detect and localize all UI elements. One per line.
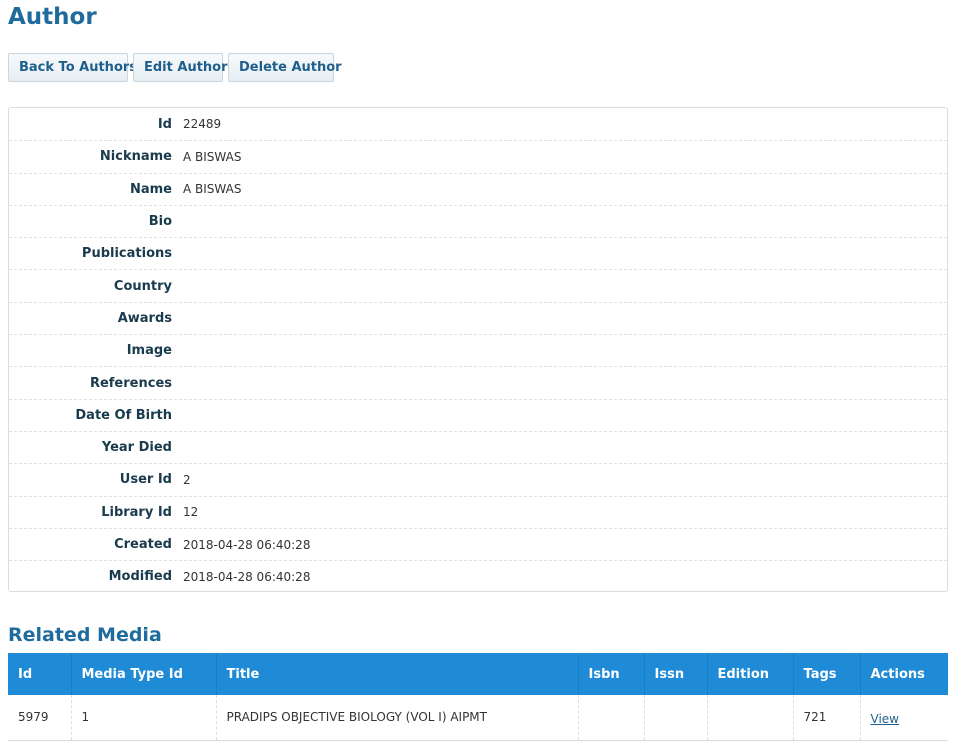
- detail-label: Country: [113, 278, 172, 294]
- delete-author-button[interactable]: Delete Author: [228, 53, 342, 82]
- detail-row-year-died: Year Died: [9, 430, 947, 463]
- detail-value: 2: [183, 472, 191, 487]
- detail-label: Bio: [148, 214, 172, 230]
- detail-row-created: Created 2018-04-28 06:40:28: [9, 527, 947, 560]
- table-header-row: Id Media Type Id Title Isbn Issn Edition…: [8, 653, 948, 695]
- detail-label: Modified: [108, 569, 172, 585]
- detail-label: Created: [114, 537, 172, 552]
- column-header-issn[interactable]: Issn: [643, 653, 707, 695]
- detail-label: Awards: [117, 310, 172, 326]
- detail-label: Date Of Birth: [75, 407, 172, 423]
- related-media-table: Id Media Type Id Title Isbn Issn Edition…: [8, 653, 948, 741]
- cell-media-type-id: 1: [70, 695, 216, 741]
- detail-value: A BISWAS: [183, 149, 242, 164]
- cell-issn: [643, 695, 707, 741]
- column-header-isbn[interactable]: Isbn: [577, 653, 644, 695]
- column-header-edition[interactable]: Edition: [706, 653, 793, 695]
- table-row: 5979 1 PRADIPS OBJECTIVE BIOLOGY (VOL I)…: [8, 695, 948, 741]
- column-header-tags[interactable]: Tags: [792, 653, 860, 695]
- detail-row-name: Name A BISWAS: [9, 172, 947, 205]
- cell-edition: [706, 695, 793, 741]
- detail-row-modified: Modified 2018-04-28 06:40:28: [9, 560, 947, 592]
- detail-value: 2018-04-28 06:40:28: [183, 569, 311, 584]
- detail-row-user-id: User Id 2: [9, 463, 947, 495]
- detail-label: Library Id: [101, 504, 172, 520]
- detail-row-library-id: Library Id 12: [9, 495, 947, 528]
- detail-row-awards: Awards: [9, 301, 947, 334]
- column-header-title[interactable]: Title: [215, 653, 578, 695]
- edit-author-button[interactable]: Edit Author: [133, 53, 228, 82]
- cell-actions: View: [859, 695, 948, 741]
- detail-label: Name: [129, 181, 172, 197]
- detail-row-bio: Bio: [9, 204, 947, 237]
- detail-row-nickname: Nickname A BISWAS: [9, 140, 947, 172]
- detail-label: Year Died: [101, 440, 172, 456]
- detail-label: Nickname: [99, 149, 172, 165]
- detail-row-image: Image: [9, 334, 947, 366]
- detail-value: 22489: [183, 117, 222, 132]
- back-to-authors-button[interactable]: Back To Authors: [8, 53, 137, 82]
- related-media-title: Related Media: [8, 624, 162, 646]
- detail-label: Image: [126, 343, 172, 359]
- cell-isbn: [577, 695, 644, 741]
- page-title: Author: [8, 4, 97, 30]
- detail-label: Publications: [81, 246, 172, 262]
- detail-row-publications: Publications: [9, 237, 947, 269]
- view-media-link[interactable]: View: [871, 712, 899, 726]
- detail-value: A BISWAS: [183, 182, 242, 197]
- cell-title: PRADIPS OBJECTIVE BIOLOGY (VOL I) AIPMT: [215, 695, 578, 741]
- detail-value: 12: [183, 505, 199, 520]
- column-header-media-type-id[interactable]: Media Type Id: [70, 653, 216, 695]
- cell-tags: 721: [792, 695, 860, 741]
- detail-value: 2018-04-28 06:40:28: [183, 537, 311, 552]
- cell-id: 5979: [8, 695, 71, 741]
- detail-label: References: [89, 375, 172, 391]
- detail-row-country: Country: [9, 269, 947, 301]
- detail-label: Id: [157, 116, 172, 132]
- action-bar: Back To Authors Edit Author Delete Autho…: [8, 53, 342, 82]
- column-header-actions: Actions: [859, 653, 948, 695]
- detail-row-references: References: [9, 366, 947, 398]
- detail-label: User Id: [119, 472, 172, 488]
- column-header-id[interactable]: Id: [8, 653, 71, 695]
- author-details: Id 22489 Nickname A BISWAS Name A BISWAS Bi…: [8, 107, 948, 592]
- detail-row-date-of-birth: Date Of Birth: [9, 398, 947, 431]
- detail-row-id: Id 22489: [9, 108, 947, 140]
